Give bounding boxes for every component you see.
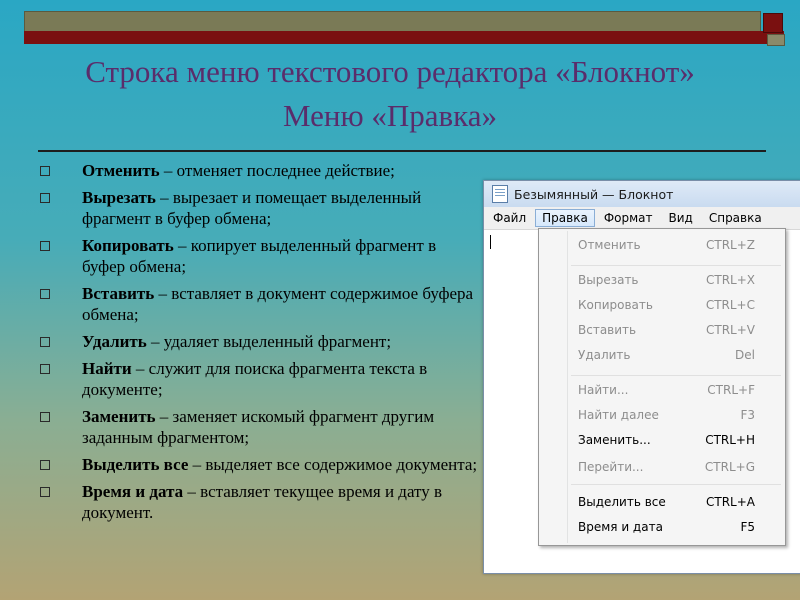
bullet-item: Удалить – удаляет выделенный фрагмент; bbox=[38, 331, 478, 352]
menu-item-find-next[interactable]: Найти далее F3 bbox=[578, 404, 755, 426]
menu-format[interactable]: Формат bbox=[597, 209, 660, 227]
bullet-desc: – служит для поиска фрагмента текста в д… bbox=[82, 359, 428, 399]
bullet-item: Вставить – вставляет в документ содержим… bbox=[38, 283, 478, 325]
square-bullet-icon bbox=[40, 487, 50, 497]
notepad-titlebar[interactable]: Безымянный — Блокнот bbox=[484, 181, 800, 207]
menu-item-label: Вставить bbox=[578, 323, 637, 337]
square-bullet-icon bbox=[40, 166, 50, 176]
menu-item-label: Найти далее bbox=[578, 408, 659, 422]
edit-dropdown-menu: Отменить CTRL+Z Вырезать CTRL+X Копировать… bbox=[538, 228, 786, 546]
square-bullet-icon bbox=[40, 412, 50, 422]
menu-item-label: Выделить все bbox=[578, 495, 666, 509]
menu-item-shortcut: CTRL+A bbox=[706, 495, 755, 509]
menu-item-label: Копировать bbox=[578, 298, 653, 312]
menu-item-select-all[interactable]: Выделить все CTRL+A bbox=[578, 491, 755, 513]
notepad-icon bbox=[492, 185, 508, 203]
slide-title-line1: Строка меню текстового редактора «Блокно… bbox=[85, 54, 695, 89]
square-bullet-icon bbox=[40, 364, 50, 374]
bullet-item: Заменить – заменяет искомый фрагмент дру… bbox=[38, 406, 478, 448]
bullet-term: Вырезать bbox=[82, 188, 156, 207]
menu-item-copy[interactable]: Копировать CTRL+C bbox=[578, 294, 755, 316]
menu-item-label: Отменить bbox=[578, 238, 641, 252]
text-cursor bbox=[490, 235, 491, 249]
bullet-item: Вырезать – вырезает и помещает выделенны… bbox=[38, 187, 478, 229]
menu-item-shortcut: CTRL+G bbox=[704, 460, 755, 474]
menu-help[interactable]: Справка bbox=[702, 209, 769, 227]
square-bullet-icon bbox=[40, 460, 50, 470]
menu-item-replace[interactable]: Заменить... CTRL+H bbox=[578, 429, 755, 451]
menu-item-undo[interactable]: Отменить CTRL+Z bbox=[578, 234, 755, 256]
menu-item-shortcut: CTRL+H bbox=[705, 433, 755, 447]
bullet-term: Найти bbox=[82, 359, 132, 378]
menu-gutter bbox=[567, 231, 568, 543]
menu-item-label: Найти... bbox=[578, 383, 629, 397]
bullet-item: Найти – служит для поиска фрагмента текс… bbox=[38, 358, 478, 400]
notepad-menubar: Файл Правка Формат Вид Справка bbox=[484, 207, 800, 230]
bullet-term: Отменить bbox=[82, 161, 160, 180]
menu-item-shortcut: CTRL+C bbox=[705, 298, 755, 312]
bullet-item: Копировать – копирует выделенный фрагмен… bbox=[38, 235, 478, 277]
bullet-desc: – отменяет последнее действие; bbox=[159, 161, 395, 180]
menu-separator bbox=[571, 265, 781, 266]
square-bullet-icon bbox=[40, 337, 50, 347]
square-bullet-icon bbox=[40, 289, 50, 299]
title-divider bbox=[38, 150, 766, 152]
bullet-item: Время и дата – вставляет текущее время и… bbox=[38, 481, 478, 523]
menu-item-shortcut: CTRL+V bbox=[706, 323, 755, 337]
notepad-window-title: Безымянный — Блокнот bbox=[514, 186, 674, 202]
menu-separator bbox=[571, 484, 781, 485]
menu-item-paste[interactable]: Вставить CTRL+V bbox=[578, 319, 755, 341]
menu-item-label: Время и дата bbox=[578, 520, 663, 534]
bullet-term: Вставить bbox=[82, 284, 155, 303]
menu-item-time-date[interactable]: Время и дата F5 bbox=[578, 516, 755, 538]
bullet-term: Заменить bbox=[82, 407, 156, 426]
top-red-bar bbox=[24, 31, 784, 44]
square-bullet-icon bbox=[40, 241, 50, 251]
menu-item-shortcut: F3 bbox=[740, 408, 755, 422]
bullet-item: Выделить все – выделяет все содержимое д… bbox=[38, 454, 478, 475]
bullet-term: Время и дата bbox=[82, 482, 184, 501]
menu-item-delete[interactable]: Удалить Del bbox=[578, 344, 755, 366]
menu-item-shortcut: CTRL+X bbox=[705, 273, 755, 287]
menu-item-shortcut: CTRL+Z bbox=[705, 238, 755, 252]
slide-title-line2: Меню «Правка» bbox=[282, 98, 498, 133]
menu-item-cut[interactable]: Вырезать CTRL+X bbox=[578, 269, 755, 291]
menu-item-label: Заменить... bbox=[578, 433, 651, 447]
menu-item-label: Удалить bbox=[578, 348, 631, 362]
bullet-term: Копировать bbox=[82, 236, 174, 255]
bullet-item: Отменить – отменяет последнее действие; bbox=[38, 160, 478, 181]
corner-square-small bbox=[767, 34, 785, 46]
menu-edit[interactable]: Правка bbox=[535, 209, 595, 227]
corner-square bbox=[763, 13, 783, 33]
menu-item-label: Перейти... bbox=[578, 460, 644, 474]
menu-item-shortcut: Del bbox=[735, 348, 755, 362]
bullet-desc: – удаляет выделенный фрагмент; bbox=[146, 332, 392, 351]
menu-item-find[interactable]: Найти... CTRL+F bbox=[578, 379, 755, 401]
menu-item-shortcut: F5 bbox=[740, 520, 755, 534]
bullet-term: Выделить все bbox=[82, 455, 189, 474]
top-decorative-bar bbox=[24, 11, 761, 33]
menu-separator bbox=[571, 375, 781, 376]
slide-title: Строка меню текстового редактора «Блокно… bbox=[20, 50, 760, 138]
menu-item-label: Вырезать bbox=[578, 273, 639, 287]
menu-item-goto[interactable]: Перейти... CTRL+G bbox=[578, 456, 755, 478]
square-bullet-icon bbox=[40, 193, 50, 203]
menu-view[interactable]: Вид bbox=[662, 209, 700, 227]
bullet-term: Удалить bbox=[82, 332, 147, 351]
bullet-list: Отменить – отменяет последнее действие; … bbox=[38, 160, 478, 529]
menu-file[interactable]: Файл bbox=[486, 209, 533, 227]
bullet-desc: – выделяет все содержимое документа; bbox=[188, 455, 478, 474]
menu-item-shortcut: CTRL+F bbox=[707, 383, 755, 397]
